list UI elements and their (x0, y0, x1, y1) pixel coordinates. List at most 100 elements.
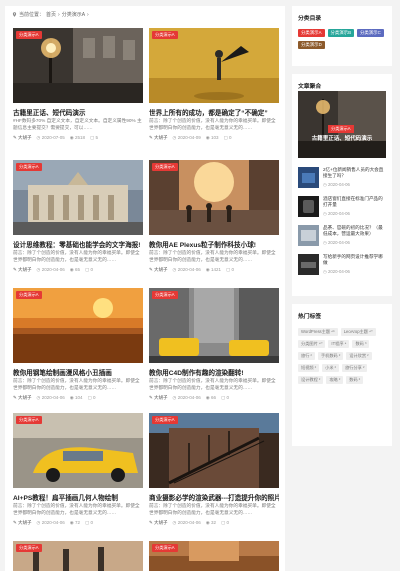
post-thumbnail[interactable]: 分类演示A (13, 288, 143, 363)
breadcrumb-sep: › (58, 11, 60, 18)
tag-item[interactable]: 攻略 ² (326, 376, 344, 384)
post-list-item[interactable]: 2亿+位新闻销售人员的大会直接生了吗？ ◷ 2020-04-06 (298, 167, 388, 191)
post-thumbnail[interactable]: 分类演示A (13, 541, 143, 571)
post-card[interactable]: 分类演示A (13, 541, 143, 571)
author-name[interactable]: ✎ 大胡子 (149, 395, 168, 401)
tag-item[interactable]: 数码 ³ (352, 340, 370, 348)
views-count: ◉ 32 (205, 520, 216, 525)
category-item[interactable]: 分类演示B (327, 29, 354, 37)
author-name[interactable]: ✎ 大胡子 (149, 267, 168, 273)
post-thumbnail[interactable]: 分类演示A (149, 288, 279, 363)
category-tag[interactable]: 分类演示A (152, 291, 178, 299)
post-card[interactable]: 分类演示A 世界上所有的成功，都是确定了“不确定” 前言：除了个创造的价值，没有… (149, 28, 279, 156)
post-thumbnail[interactable]: 分类演示A (13, 160, 143, 235)
post-excerpt: 前言：除了个创造的价值，没有人能为你的幸福买单。即使全世界都明白你的创造能力，也… (149, 378, 276, 390)
post-thumbnail[interactable] (298, 196, 319, 217)
post-card[interactable]: 分类演示A 设计思维教程：零基础也能学会的文字海报! 前言：除了个创造的价值，没… (13, 160, 143, 288)
post-excerpt: 前言：除了个创造的价值，没有人能为你的幸福买单。即使全世界都明白你的创造能力，也… (13, 503, 140, 515)
post-list: 当前位置： 首页 › 分类演示A › 分类演示A 古籍里正话、短代码演示 #HF… (5, 6, 285, 571)
post-card[interactable]: 分类演示A 商业摄影必学的渲染武器---打造提升你的照片质感 前言：除了个创造的… (149, 413, 279, 541)
category-item[interactable]: 分类演示A (298, 29, 325, 37)
category-tag[interactable]: 分类演示A (16, 544, 42, 552)
post-title[interactable]: 品茶、官碗的初的比况？（最低成本，营运最大效果） (323, 225, 387, 237)
post-meta: ✎ 大胡子 ◷ 2020-04-06 ◉ 104 ▢ 0 (13, 395, 143, 401)
post-title[interactable]: 商业摄影必学的渲染武器---打造提升你的照片质感 (149, 492, 279, 502)
widget-title: 热门标签 (298, 314, 322, 320)
comments-count: ▢ 5 (89, 135, 98, 140)
post-thumbnail[interactable]: 分类演示A (149, 413, 279, 488)
author-name[interactable]: ✎ 大胡子 (13, 395, 32, 401)
tag-item[interactable]: 分类图片 ⁴⁰ (298, 340, 326, 348)
author-name[interactable]: ✎ 大胡子 (13, 520, 32, 526)
post-title[interactable]: 2亿+位新闻销售人员的大会直接生了吗？ (323, 167, 387, 179)
post-card[interactable]: 分类演示A 古籍里正话、短代码演示 #HF数码多70% 自定义文本，自定义文本。… (13, 28, 143, 156)
category-widget: 分类目录 分类演示A 分类演示B 分类演示C 分类演示D (292, 6, 392, 66)
tag-item[interactable]: 旅行 ² (298, 352, 315, 360)
post-card[interactable]: 分类演示A 教你用C4D制作有趣的渲染翻转! 前言：除了个创造的价值，没有人能为… (149, 288, 279, 416)
comments-count: ▢ 0 (84, 267, 93, 272)
post-thumbnail[interactable]: 分类演示A (149, 541, 279, 571)
post-thumbnail[interactable]: 分类演示A (149, 28, 279, 103)
post-thumbnail[interactable]: 分类演示A (13, 28, 143, 103)
post-list-item[interactable]: 写给新手的网页设计推荐学哪做 ◷ 2020-04-06 (298, 254, 388, 278)
date-label: ◷ 2020-04-06 (36, 395, 65, 400)
category-tag[interactable]: 分类演示A (16, 31, 42, 39)
category-item[interactable]: 分类演示C (357, 29, 384, 37)
post-title[interactable]: 教你用钢笔绘制画漫风格小丑插画 (13, 367, 143, 377)
post-title[interactable]: AI+PS教程！扁平插画几何人物绘制 (13, 492, 143, 502)
post-title[interactable]: 世界上所有的成功，都是确定了“不确定” (149, 107, 279, 117)
tag-item[interactable]: 旅行分享 ² (342, 364, 368, 372)
date-label: ◷ 2020-04-06 (323, 211, 350, 216)
post-title[interactable]: 古籍里正话、短代码演示 (13, 107, 143, 117)
post-list-item[interactable]: 酒店窗们直接在标准门产品的打开量 ◷ 2020-04-06 (298, 196, 388, 220)
post-thumbnail[interactable]: 分类演示A (13, 413, 143, 488)
post-title[interactable]: 教你用AE Plexus粒子制作科技小球! (149, 239, 279, 249)
category-tag[interactable]: 分类演示A (152, 163, 178, 171)
featured-post-title[interactable]: 古籍里正话、短代码演示 (302, 134, 382, 142)
tag-item[interactable]: 设计教程 ² (298, 376, 324, 384)
tag-item[interactable]: 短视频 ² (298, 364, 320, 372)
author-name[interactable]: ✎ 大胡子 (13, 267, 32, 273)
tag-item[interactable]: WordPress主题 ⁴⁶ (298, 328, 338, 336)
post-card[interactable]: 分类演示A (149, 541, 279, 571)
post-excerpt: 前言：除了个创造的价值，没有人能为你的幸福买单。即使全世界都明白你的创造能力，也… (149, 250, 276, 262)
breadcrumb-home[interactable]: 首页 (46, 11, 56, 18)
post-title[interactable]: 教你用C4D制作有趣的渲染翻转! (149, 367, 279, 377)
tag-item[interactable]: 小米 ² (322, 364, 340, 372)
post-title[interactable]: 设计思维教程：零基础也能学会的文字海报! (13, 239, 143, 249)
tag-item[interactable]: 数码 ² (346, 376, 364, 384)
date-label: ◷ 2020-04-06 (36, 520, 65, 525)
category-tag[interactable]: 分类演示A (152, 416, 178, 424)
post-title[interactable]: 酒店窗们直接在标准门产品的打开量 (323, 196, 387, 208)
post-card[interactable]: 分类演示A AI+PS教程！扁平插画几何人物绘制 前言：除了个创造的价值，没有人… (13, 413, 143, 541)
post-title[interactable]: 写给新手的网页设计推荐学哪做 (323, 254, 387, 266)
post-thumbnail[interactable] (298, 167, 319, 188)
category-tag[interactable]: 分类演示A (16, 291, 42, 299)
tag-item[interactable]: LeoArop主题 ⁴⁰ (340, 328, 376, 336)
post-card[interactable]: 分类演示A 教你用AE Plexus粒子制作科技小球! 前言：除了个创造的价值，… (149, 160, 279, 288)
category-tag[interactable]: 分类演示A (16, 163, 42, 171)
post-thumbnail[interactable]: 分类演示A (149, 160, 279, 235)
tag-item[interactable]: IT程序 ⁴ (328, 340, 350, 348)
tag-item[interactable]: 手机数码 ² (317, 352, 344, 360)
category-tag[interactable]: 分类演示A (328, 125, 354, 133)
category-tag[interactable]: 分类演示A (152, 31, 178, 39)
tag-item[interactable]: 设计欣赏 ² (346, 352, 372, 360)
views-count: ◉ 104 (69, 395, 83, 400)
post-meta: ✎ 大胡子 ◷ 2020-07-05 ◉ 2518 ▢ 5 (13, 135, 143, 141)
author-name[interactable]: ✎ 大胡子 (149, 135, 168, 141)
category-item[interactable]: 分类演示D (298, 41, 325, 49)
post-thumbnail[interactable] (298, 254, 319, 275)
breadcrumb-label: 当前位置： (19, 12, 45, 18)
date-label: ◷ 2020-04-06 (172, 267, 201, 272)
post-list-item[interactable]: 品茶、官碗的初的比况？（最低成本，营运最大效果） ◷ 2020-04-06 (298, 225, 388, 249)
author-name[interactable]: ✎ 大胡子 (149, 520, 168, 526)
category-tag[interactable]: 分类演示A (152, 544, 178, 552)
post-card[interactable]: 分类演示A 教你用钢笔绘制画漫风格小丑插画 前言：除了个创造的价值，没有人能为你… (13, 288, 143, 416)
category-tag[interactable]: 分类演示A (16, 416, 42, 424)
featured-post[interactable]: 分类演示A 古籍里正话、短代码演示 (298, 91, 386, 158)
post-thumbnail[interactable] (298, 225, 319, 246)
date-label: ◷ 2020-04-06 (323, 240, 350, 245)
author-name[interactable]: ✎ 大胡子 (13, 135, 32, 141)
breadcrumb-category[interactable]: 分类演示A (62, 11, 85, 18)
